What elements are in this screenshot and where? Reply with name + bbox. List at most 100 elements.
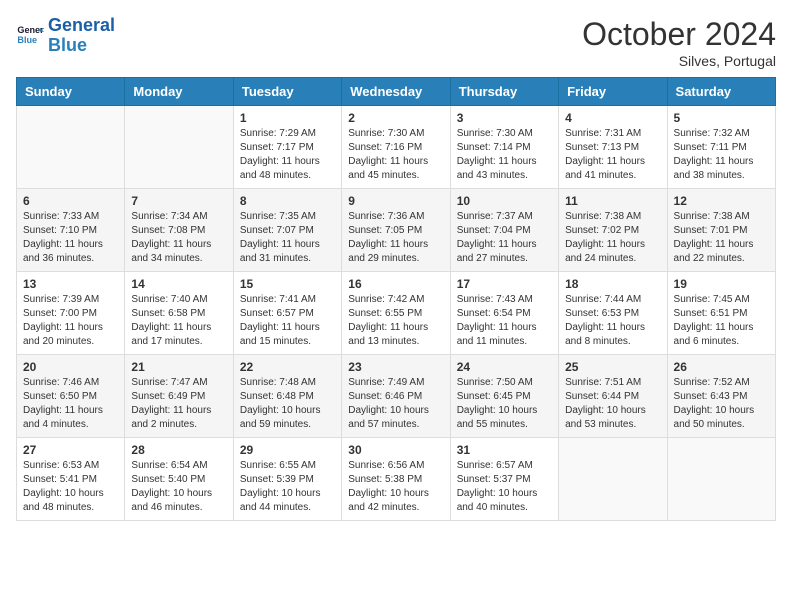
day-info: Sunrise: 7:48 AM Sunset: 6:48 PM Dayligh… xyxy=(240,376,335,432)
calendar-cell: 9 Sunrise: 7:36 AM Sunset: 7:05 PM Daylig… xyxy=(342,189,450,272)
day-info: Sunrise: 7:39 AM Sunset: 7:00 PM Dayligh… xyxy=(23,293,118,349)
svg-text:Blue: Blue xyxy=(17,35,37,45)
week-row: 27Sunrise: 6:53 AM Sunset: 5:41 PM Dayli… xyxy=(17,438,776,521)
day-info: Sunrise: 7:47 AM Sunset: 6:49 PM Dayligh… xyxy=(131,376,226,432)
calendar-cell xyxy=(17,106,125,189)
day-number: 26 xyxy=(674,360,769,374)
calendar-cell: 1Sunrise: 7:29 AM Sunset: 7:17 PM Daylig… xyxy=(233,106,341,189)
calendar-cell: 16 Sunrise: 7:42 AM Sunset: 6:55 PM Dayli… xyxy=(342,272,450,355)
day-info: Sunrise: 7:31 AM Sunset: 7:13 PM Dayligh… xyxy=(565,127,660,183)
calendar-cell xyxy=(667,438,775,521)
day-number: 31 xyxy=(457,443,552,457)
calendar-cell: 15 Sunrise: 7:41 AM Sunset: 6:57 PM Dayli… xyxy=(233,272,341,355)
calendar-cell: 7 Sunrise: 7:34 AM Sunset: 7:08 PM Daylig… xyxy=(125,189,233,272)
calendar-cell: 8 Sunrise: 7:35 AM Sunset: 7:07 PM Daylig… xyxy=(233,189,341,272)
calendar-cell: 26 Sunrise: 7:52 AM Sunset: 6:43 PM Dayli… xyxy=(667,355,775,438)
day-info: Sunrise: 7:33 AM Sunset: 7:10 PM Dayligh… xyxy=(23,210,118,266)
day-number: 13 xyxy=(23,277,118,291)
calendar-cell: 6 Sunrise: 7:33 AM Sunset: 7:10 PM Daylig… xyxy=(17,189,125,272)
day-info: Sunrise: 6:55 AM Sunset: 5:39 PM Dayligh… xyxy=(240,459,335,515)
day-number: 24 xyxy=(457,360,552,374)
calendar-cell: 27Sunrise: 6:53 AM Sunset: 5:41 PM Dayli… xyxy=(17,438,125,521)
title-block: October 2024 Silves, Portugal xyxy=(582,16,776,69)
day-info: Sunrise: 7:49 AM Sunset: 6:46 PM Dayligh… xyxy=(348,376,443,432)
calendar-cell xyxy=(125,106,233,189)
day-info: Sunrise: 7:35 AM Sunset: 7:07 PM Dayligh… xyxy=(240,210,335,266)
calendar-cell: 31Sunrise: 6:57 AM Sunset: 5:37 PM Dayli… xyxy=(450,438,558,521)
day-info: Sunrise: 7:46 AM Sunset: 6:50 PM Dayligh… xyxy=(23,376,118,432)
week-row: 1Sunrise: 7:29 AM Sunset: 7:17 PM Daylig… xyxy=(17,106,776,189)
logo-icon: General Blue xyxy=(16,22,44,50)
location: Silves, Portugal xyxy=(582,53,776,69)
week-row: 20 Sunrise: 7:46 AM Sunset: 6:50 PM Dayli… xyxy=(17,355,776,438)
day-info: Sunrise: 7:42 AM Sunset: 6:55 PM Dayligh… xyxy=(348,293,443,349)
day-number: 21 xyxy=(131,360,226,374)
day-header-friday: Friday xyxy=(559,78,667,106)
day-number: 10 xyxy=(457,194,552,208)
day-header-sunday: Sunday xyxy=(17,78,125,106)
day-number: 29 xyxy=(240,443,335,457)
day-number: 30 xyxy=(348,443,443,457)
day-header-thursday: Thursday xyxy=(450,78,558,106)
calendar-table: SundayMondayTuesdayWednesdayThursdayFrid… xyxy=(16,77,776,521)
calendar-cell: 3 Sunrise: 7:30 AM Sunset: 7:14 PM Daylig… xyxy=(450,106,558,189)
day-number: 17 xyxy=(457,277,552,291)
day-info: Sunrise: 7:38 AM Sunset: 7:02 PM Dayligh… xyxy=(565,210,660,266)
day-info: Sunrise: 6:56 AM Sunset: 5:38 PM Dayligh… xyxy=(348,459,443,515)
day-number: 14 xyxy=(131,277,226,291)
day-number: 1 xyxy=(240,111,335,125)
calendar-cell: 13 Sunrise: 7:39 AM Sunset: 7:00 PM Dayli… xyxy=(17,272,125,355)
day-info: Sunrise: 7:37 AM Sunset: 7:04 PM Dayligh… xyxy=(457,210,552,266)
day-info: Sunrise: 7:34 AM Sunset: 7:08 PM Dayligh… xyxy=(131,210,226,266)
month-title: October 2024 xyxy=(582,16,776,53)
calendar-cell: 14Sunrise: 7:40 AM Sunset: 6:58 PM Dayli… xyxy=(125,272,233,355)
calendar-cell: 17Sunrise: 7:43 AM Sunset: 6:54 PM Dayli… xyxy=(450,272,558,355)
day-number: 6 xyxy=(23,194,118,208)
day-info: Sunrise: 7:38 AM Sunset: 7:01 PM Dayligh… xyxy=(674,210,769,266)
calendar-cell: 25 Sunrise: 7:51 AM Sunset: 6:44 PM Dayli… xyxy=(559,355,667,438)
day-info: Sunrise: 7:30 AM Sunset: 7:14 PM Dayligh… xyxy=(457,127,552,183)
calendar-cell: 21 Sunrise: 7:47 AM Sunset: 6:49 PM Dayli… xyxy=(125,355,233,438)
calendar-cell: 4 Sunrise: 7:31 AM Sunset: 7:13 PM Daylig… xyxy=(559,106,667,189)
day-number: 8 xyxy=(240,194,335,208)
calendar-cell: 30 Sunrise: 6:56 AM Sunset: 5:38 PM Dayli… xyxy=(342,438,450,521)
day-number: 16 xyxy=(348,277,443,291)
calendar-cell: 23Sunrise: 7:49 AM Sunset: 6:46 PM Dayli… xyxy=(342,355,450,438)
calendar-cell: 18Sunrise: 7:44 AM Sunset: 6:53 PM Dayli… xyxy=(559,272,667,355)
calendar-cell: 5Sunrise: 7:32 AM Sunset: 7:11 PM Daylig… xyxy=(667,106,775,189)
day-info: Sunrise: 6:54 AM Sunset: 5:40 PM Dayligh… xyxy=(131,459,226,515)
day-number: 15 xyxy=(240,277,335,291)
calendar-cell: 22 Sunrise: 7:48 AM Sunset: 6:48 PM Dayli… xyxy=(233,355,341,438)
day-number: 4 xyxy=(565,111,660,125)
day-number: 19 xyxy=(674,277,769,291)
day-number: 7 xyxy=(131,194,226,208)
day-number: 22 xyxy=(240,360,335,374)
day-header-tuesday: Tuesday xyxy=(233,78,341,106)
calendar-cell: 10 Sunrise: 7:37 AM Sunset: 7:04 PM Dayli… xyxy=(450,189,558,272)
day-info: Sunrise: 7:32 AM Sunset: 7:11 PM Dayligh… xyxy=(674,127,769,183)
day-number: 25 xyxy=(565,360,660,374)
day-header-saturday: Saturday xyxy=(667,78,775,106)
calendar-cell: 24Sunrise: 7:50 AM Sunset: 6:45 PM Dayli… xyxy=(450,355,558,438)
day-info: Sunrise: 7:51 AM Sunset: 6:44 PM Dayligh… xyxy=(565,376,660,432)
day-number: 3 xyxy=(457,111,552,125)
day-number: 28 xyxy=(131,443,226,457)
day-info: Sunrise: 6:53 AM Sunset: 5:41 PM Dayligh… xyxy=(23,459,118,515)
day-number: 9 xyxy=(348,194,443,208)
calendar-cell xyxy=(559,438,667,521)
day-header-wednesday: Wednesday xyxy=(342,78,450,106)
calendar-cell: 12 Sunrise: 7:38 AM Sunset: 7:01 PM Dayli… xyxy=(667,189,775,272)
day-info: Sunrise: 7:30 AM Sunset: 7:16 PM Dayligh… xyxy=(348,127,443,183)
day-info: Sunrise: 7:52 AM Sunset: 6:43 PM Dayligh… xyxy=(674,376,769,432)
day-info: Sunrise: 7:36 AM Sunset: 7:05 PM Dayligh… xyxy=(348,210,443,266)
calendar-cell: 28 Sunrise: 6:54 AM Sunset: 5:40 PM Dayli… xyxy=(125,438,233,521)
calendar-cell: 19 Sunrise: 7:45 AM Sunset: 6:51 PM Dayli… xyxy=(667,272,775,355)
day-info: Sunrise: 7:45 AM Sunset: 6:51 PM Dayligh… xyxy=(674,293,769,349)
day-number: 12 xyxy=(674,194,769,208)
day-info: Sunrise: 7:41 AM Sunset: 6:57 PM Dayligh… xyxy=(240,293,335,349)
logo: General Blue GeneralBlue xyxy=(16,16,115,56)
day-number: 20 xyxy=(23,360,118,374)
page-header: General Blue GeneralBlue October 2024 Si… xyxy=(16,16,776,69)
calendar-cell: 29 Sunrise: 6:55 AM Sunset: 5:39 PM Dayli… xyxy=(233,438,341,521)
calendar-cell: 11Sunrise: 7:38 AM Sunset: 7:02 PM Dayli… xyxy=(559,189,667,272)
